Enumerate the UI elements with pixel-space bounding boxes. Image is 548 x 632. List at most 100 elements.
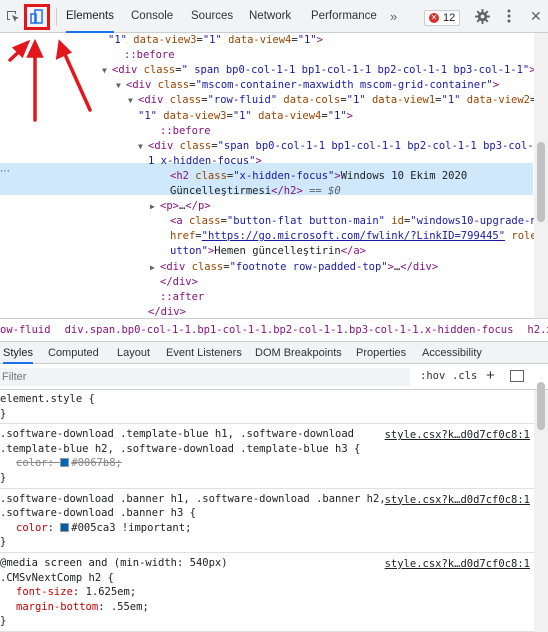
dom-node-line[interactable]: "1" data-view3="1" data-view4="1"> bbox=[108, 33, 323, 48]
color-swatch-icon[interactable] bbox=[60, 522, 70, 532]
css-property[interactable]: color bbox=[16, 522, 48, 534]
hov-toggle[interactable]: :hov bbox=[420, 370, 445, 382]
style-selector[interactable]: @media screen and (min-width: 540px) bbox=[0, 556, 228, 571]
dom-node-line[interactable]: Güncelleştirmesi</h2> == $0 bbox=[170, 184, 341, 199]
dom-node-line[interactable]: ::before bbox=[160, 124, 211, 139]
breadcrumb-item-div-span[interactable]: div.span.bp0-col-1-1.bp1-col-1-1.bp2-col… bbox=[65, 324, 514, 336]
dom-token: > bbox=[255, 154, 262, 167]
styles-filter-input[interactable] bbox=[0, 368, 410, 386]
expand-right-icon[interactable]: ▶ bbox=[150, 260, 155, 275]
style-source-link[interactable]: style.csx?k…d0d7cf0c8:1 bbox=[385, 494, 530, 506]
expand-down-icon[interactable]: ▼ bbox=[138, 139, 143, 154]
dom-node-line[interactable]: <h2 class="x-hidden-focus">Windows 10 Ek… bbox=[170, 169, 467, 184]
style-selector[interactable]: .template-blue h2, .software-download .t… bbox=[0, 442, 360, 457]
new-style-rule-button[interactable]: + bbox=[486, 367, 495, 384]
css-value[interactable]: #0067b8 bbox=[71, 457, 115, 469]
dom-node-line[interactable]: href="https://go.microsoft.com/fwlink/?L… bbox=[170, 229, 548, 244]
dom-token: data-view4 bbox=[251, 109, 322, 122]
dom-token: class bbox=[188, 169, 227, 182]
dom-node-line[interactable]: ::before bbox=[124, 48, 175, 63]
dom-token: <div bbox=[148, 139, 174, 152]
dom-node-line[interactable]: ▼ <div class=" span bp0-col-1-1 bp1-col-1… bbox=[102, 63, 536, 78]
css-property[interactable]: color bbox=[16, 457, 48, 469]
dom-node-line[interactable]: ▶ <div class="footnote row-padded-top">…<… bbox=[150, 260, 438, 275]
style-selector[interactable]: element.style { bbox=[0, 392, 95, 407]
breadcrumb-item-h2[interactable]: h2.x-hidden-focus bbox=[527, 324, 548, 336]
close-devtools-icon[interactable]: ✕ bbox=[530, 9, 542, 23]
dom-node-line[interactable]: utton">Hemen güncelleştirin</a> bbox=[170, 244, 366, 259]
dom-node-line[interactable]: </div> bbox=[148, 305, 186, 318]
dom-node-line[interactable]: 1 x-hidden-focus"> bbox=[148, 154, 262, 169]
settings-gear-icon[interactable] bbox=[475, 9, 490, 27]
tab-properties[interactable]: Properties bbox=[356, 342, 406, 364]
tab-dom-breakpoints[interactable]: DOM Breakpoints bbox=[255, 342, 342, 364]
more-options-icon[interactable] bbox=[507, 9, 511, 26]
expand-right-icon[interactable]: ▶ bbox=[150, 199, 155, 214]
dom-node-line[interactable]: <a class="button-flat button-main" id="w… bbox=[170, 214, 548, 229]
inspect-element-icon[interactable] bbox=[2, 6, 24, 28]
style-declaration[interactable]: color: #005ca3 !important; bbox=[16, 521, 191, 536]
style-source-link[interactable]: style.csx?k…d0d7cf0c8:1 bbox=[385, 558, 530, 570]
error-count-badge[interactable]: ✕ 12 bbox=[424, 10, 461, 26]
expand-down-icon[interactable]: ▼ bbox=[116, 78, 121, 93]
cls-toggle[interactable]: .cls bbox=[452, 370, 477, 382]
style-selector[interactable]: .software-download .banner h1, .software… bbox=[0, 492, 386, 507]
expand-down-icon[interactable]: ▼ bbox=[102, 63, 107, 78]
rule-close-brace: } bbox=[0, 407, 7, 420]
dom-node-line[interactable]: ▶ <p>…</p> bbox=[150, 199, 211, 214]
dom-node-line[interactable]: ::after bbox=[160, 290, 204, 305]
dom-node-line[interactable]: ▼ <div class="span bp0-col-1-1 bp1-col-1-… bbox=[138, 139, 546, 154]
color-swatch-icon[interactable] bbox=[60, 458, 70, 468]
dom-token: > bbox=[316, 34, 323, 46]
style-selector[interactable]: .software-download .template-blue h1, .s… bbox=[0, 427, 354, 442]
dom-token: <a bbox=[170, 215, 183, 228]
dom-node-line[interactable]: ▼ <div class="mscom-container-maxwidth ms… bbox=[116, 78, 499, 93]
style-rule[interactable]: style.csx?k…d0d7cf0c8:1 .software-downloa… bbox=[0, 492, 534, 553]
dom-token: > bbox=[346, 109, 353, 122]
expand-down-icon[interactable]: ▼ bbox=[128, 93, 133, 108]
tab-event-listeners[interactable]: Event Listeners bbox=[166, 342, 242, 364]
dom-token: data-view3 bbox=[156, 109, 227, 122]
styles-filter-bar: :hov .cls + bbox=[0, 364, 548, 390]
dom-token: "1" bbox=[346, 94, 366, 107]
style-rule[interactable]: element.style {} bbox=[0, 392, 534, 425]
dom-token: utton" bbox=[170, 245, 208, 258]
more-tabs-button[interactable]: » bbox=[390, 0, 397, 33]
css-value[interactable]: #005ca3 !important bbox=[71, 522, 185, 534]
tab-styles[interactable]: Styles bbox=[3, 342, 33, 364]
style-rule[interactable]: style.csx?k…d0d7cf0c8:1 @media screen and… bbox=[0, 556, 534, 632]
css-property[interactable]: font-size bbox=[16, 586, 73, 598]
tab-sources[interactable]: Sources bbox=[191, 0, 233, 33]
node-actions-ellipsis[interactable]: ⋯ bbox=[0, 166, 10, 177]
style-selector[interactable]: .CMSvNextComp h2 { bbox=[0, 571, 114, 586]
tab-network[interactable]: Network bbox=[249, 0, 291, 33]
style-declaration[interactable]: color: #0067b8; bbox=[16, 456, 122, 471]
style-rule[interactable]: style.csx?k…d0d7cf0c8:1 .software-downloa… bbox=[0, 427, 534, 489]
tab-performance[interactable]: Performance bbox=[311, 0, 377, 33]
dom-token: href bbox=[170, 230, 196, 243]
elements-scroll-thumb[interactable] bbox=[537, 142, 545, 222]
styles-scroll-thumb[interactable] bbox=[537, 382, 545, 430]
style-declaration[interactable]: margin-bottom: .55em; bbox=[16, 600, 149, 615]
tab-layout[interactable]: Layout bbox=[117, 342, 150, 364]
css-value[interactable]: .55em bbox=[111, 601, 143, 613]
tab-console[interactable]: Console bbox=[131, 0, 173, 33]
style-source-link[interactable]: style.csx?k…d0d7cf0c8:1 bbox=[385, 429, 530, 441]
tab-computed[interactable]: Computed bbox=[48, 342, 99, 364]
tab-accessibility[interactable]: Accessibility bbox=[422, 342, 482, 364]
style-declaration[interactable]: font-size: 1.625em; bbox=[16, 585, 136, 600]
dom-token: Windows 10 Ekim 2020 bbox=[340, 169, 468, 182]
style-selector[interactable]: .software-download .banner h3 { bbox=[0, 506, 196, 521]
dom-node-line[interactable]: ▼ <div class="row-fluid" data-cols="1" da… bbox=[128, 93, 536, 108]
css-property[interactable]: margin-bottom bbox=[16, 601, 98, 613]
toggle-sidebar-icon[interactable] bbox=[510, 370, 524, 382]
css-value[interactable]: 1.625em bbox=[86, 586, 130, 598]
dom-token: "1" bbox=[138, 109, 157, 122]
dom-token: "1" bbox=[327, 109, 347, 122]
dom-node-line[interactable]: "1" data-view3="1" data-view4="1"> bbox=[138, 109, 353, 124]
device-toolbar-icon[interactable] bbox=[24, 4, 50, 30]
breadcrumb-item-row-fluid[interactable]: ow-fluid bbox=[0, 324, 51, 336]
dom-node-line[interactable]: </div> bbox=[160, 275, 198, 290]
rule-close-brace: } bbox=[0, 615, 7, 628]
tab-elements[interactable]: Elements bbox=[66, 0, 114, 33]
